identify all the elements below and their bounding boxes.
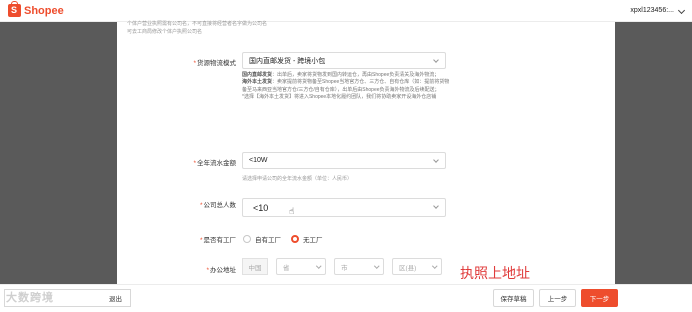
save-draft-button[interactable]: 保存草稿 — [493, 289, 534, 307]
radio-dot — [243, 235, 251, 243]
address-country: 中国 — [242, 258, 268, 275]
radio-own-factory[interactable]: 自有工厂 — [243, 234, 281, 244]
district-placeholder: 区(县) — [399, 264, 417, 272]
chevron-down-icon — [433, 157, 439, 163]
employees-label: *公司总人数 — [199, 202, 236, 209]
desc-overseas: 海外本土发货：卖家提前将货物备至Shopee当地官方仓、三方仓、自有仓库（如：提… — [242, 79, 450, 93]
province-placeholder: 省 — [283, 264, 290, 272]
company-name-note-2: 可去工商局修改个体户执照公司名 — [127, 29, 203, 35]
next-button[interactable]: 下一步 — [581, 289, 618, 307]
turnover-hint: 请选择申请公司的全年流水金额（单位：人民币） — [242, 176, 353, 182]
chevron-down-icon — [373, 263, 379, 269]
exit-label: 退出 — [109, 296, 122, 303]
user-account[interactable]: xpxl123456:... — [630, 7, 674, 14]
factory-label: *是否有工厂 — [199, 237, 236, 244]
shopee-logo[interactable]: S Shopee — [8, 1, 64, 17]
chevron-down-icon — [433, 57, 439, 63]
employees-select[interactable]: <10 — [242, 198, 446, 217]
city-placeholder: 市 — [341, 264, 348, 272]
chevron-down-icon — [433, 203, 439, 209]
chevron-down-icon[interactable] — [677, 6, 686, 15]
turnover-label: *全年流水金额 — [193, 160, 236, 167]
shopee-bag-icon: S — [8, 1, 21, 17]
turnover-value: <10W — [249, 157, 268, 164]
radio-label: 自有工厂 — [255, 237, 281, 244]
company-name-note-1: 个体户营业执照需有公司名，不可直接将经营者名字做为公司名 — [127, 21, 268, 27]
employees-value: <10 — [253, 202, 269, 213]
logistics-select[interactable]: 国内直邮发货 - 跨境小包 — [242, 52, 446, 69]
address-annotation: 执照上地址 — [460, 266, 530, 282]
province-select[interactable]: 省 — [276, 258, 326, 275]
logistics-description: 国内直邮发货：出单后，卖家将货物发到国内转运仓，再由Shopee负责清关及海外物… — [242, 72, 452, 102]
logo-glyph: S — [11, 5, 18, 15]
city-select[interactable]: 市 — [334, 258, 384, 275]
logo-text: Shopee — [24, 4, 64, 17]
turnover-select[interactable]: <10W — [242, 152, 446, 169]
chevron-down-icon — [315, 263, 321, 269]
desc-note: *选择【海外本土发货】将进入Shopee本地化履约团队，我们将协助卖家开设海外仓… — [242, 94, 437, 101]
radio-label: 无工厂 — [303, 237, 323, 244]
watermark: 大数跨境 — [6, 292, 54, 304]
radio-dot-selected — [291, 235, 299, 243]
top-header: S Shopee xpxl123456:... — [0, 0, 692, 22]
prev-button[interactable]: 上一步 — [539, 289, 576, 307]
logistics-label: *货源物流模式 — [193, 60, 236, 67]
mouse-cursor-icon: ☝ — [289, 206, 295, 216]
district-select[interactable]: 区(县) — [392, 258, 442, 275]
address-label: *办公地址 — [206, 267, 236, 274]
logistics-value: 国内直邮发货 - 跨境小包 — [249, 57, 326, 65]
chevron-down-icon — [431, 263, 437, 269]
radio-no-factory[interactable]: 无工厂 — [291, 234, 323, 244]
